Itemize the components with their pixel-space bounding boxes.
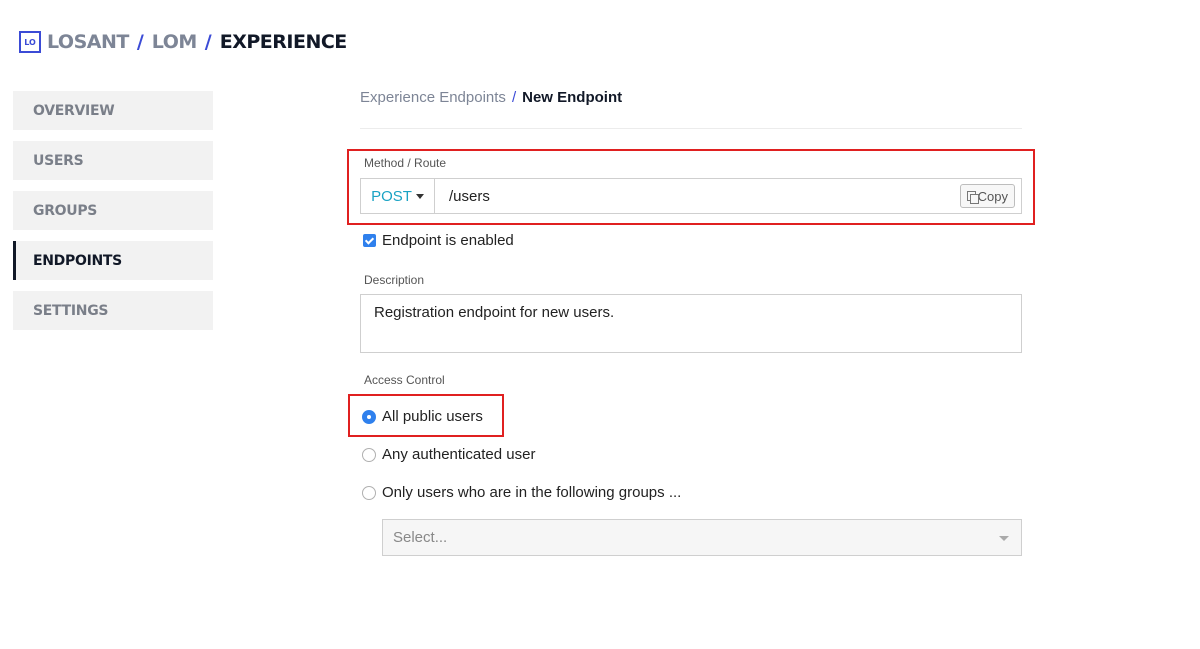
route-field-group: POST Copy [360,178,1022,214]
divider [360,128,1022,129]
radio-all-public[interactable]: All public users [362,408,483,425]
crumb-experience: EXPERIENCE [219,31,348,53]
app-breadcrumb: LO LOSANT / LOM / EXPERIENCE [19,31,347,53]
radio-groups-input[interactable] [362,485,376,500]
route-label: Method / Route [364,156,447,170]
access-control-label: Access Control [364,373,445,387]
crumb-application[interactable]: LOM [152,31,198,53]
radio-all-public-label: All public users [382,408,483,425]
breadcrumb-separator: / [511,88,517,106]
page-breadcrumb: Experience Endpoints / New Endpoint [360,86,1022,108]
copy-icon [966,191,979,204]
groups-select[interactable]: Select... [382,519,1022,556]
sidebar-item-endpoints[interactable]: ENDPOINTS [13,241,213,280]
chevron-down-icon [999,536,1009,541]
endpoint-enabled-label: Endpoint is enabled [382,232,514,249]
radio-groups-label: Only users who are in the following grou… [382,484,682,501]
radio-authenticated-label: Any authenticated user [382,446,536,463]
sidebar: OVERVIEW USERS GROUPS ENDPOINTS SETTINGS [13,91,213,341]
crumb-separator: / [136,31,144,53]
main-content: Experience Endpoints / New Endpoint Meth… [347,86,1035,556]
method-value: POST [371,187,412,205]
sidebar-item-users[interactable]: USERS [13,141,213,180]
caret-down-icon [415,193,424,199]
losant-logo[interactable]: LO [19,31,41,53]
method-dropdown[interactable]: POST [361,179,435,213]
sidebar-item-settings[interactable]: SETTINGS [13,291,213,330]
copy-button[interactable]: Copy [959,184,1015,208]
copy-label: Copy [977,188,1008,204]
crumb-losant[interactable]: LOSANT [47,31,129,53]
sidebar-item-groups[interactable]: GROUPS [13,191,213,230]
sidebar-item-overview[interactable]: OVERVIEW [13,91,213,130]
description-textarea[interactable]: Registration endpoint for new users. [360,294,1022,353]
radio-authenticated[interactable]: Any authenticated user [362,446,535,463]
page-title: New Endpoint [522,88,623,106]
radio-authenticated-input[interactable] [362,447,376,462]
radio-all-public-input[interactable] [362,409,376,424]
radio-groups[interactable]: Only users who are in the following grou… [362,484,681,501]
breadcrumb-experience-endpoints[interactable]: Experience Endpoints [360,89,506,106]
crumb-separator: / [204,31,212,53]
endpoint-enabled-row[interactable]: Endpoint is enabled [363,232,514,249]
route-input[interactable] [435,179,960,213]
description-label: Description [364,273,425,287]
groups-select-placeholder: Select... [393,529,448,546]
endpoint-enabled-checkbox[interactable] [363,234,376,247]
